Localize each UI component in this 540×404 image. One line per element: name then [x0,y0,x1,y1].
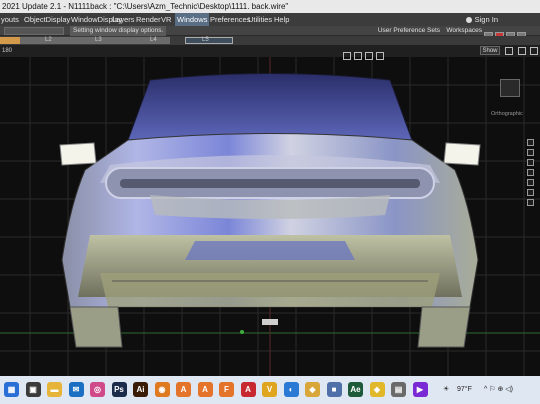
alias-icon-2[interactable]: A [197,382,213,397]
alias-icon-1[interactable]: A [176,382,191,397]
view-label: Orthographic [491,111,523,117]
app-green-icon[interactable]: Ae [348,382,363,397]
menu-item-render[interactable]: Render [136,13,161,26]
app-a-red-icon[interactable]: A [240,382,256,397]
app-purple-icon[interactable]: ▶ [412,382,428,397]
layer-bar: L2 L3 L4 L5 [0,36,540,45]
toggle-viewport-icon[interactable] [518,47,526,55]
menu-item-windows[interactable]: Windows [175,13,210,26]
sign-in-button[interactable]: Sign In [465,13,498,26]
app-window: 2021 Update 2.1 - N1111back : "C:\Users\… [0,0,540,404]
viewport-header: 180 Show [0,45,540,60]
shading-icon[interactable] [376,52,384,60]
show-button[interactable]: Show [480,46,500,55]
store-icon[interactable]: ▣ [25,382,41,397]
side-tool-icon-7[interactable] [527,199,534,206]
menu-item-objectdisplay[interactable]: ObjectDisplay [24,13,70,26]
workspaces-button[interactable]: Workspaces [446,26,482,36]
menu-item-vr[interactable]: VR [161,13,171,26]
photoshop-icon[interactable]: Ps [111,382,127,397]
status-tools [484,27,538,40]
menu-item-layers[interactable]: Layers [112,13,135,26]
weather-temperature[interactable]: 97°F [457,376,472,404]
layer-label-l5[interactable]: L5 [202,36,209,45]
help-text: Setting window display options. [70,26,167,36]
layer-label-l3[interactable]: L3 [95,36,102,45]
perspective-icon[interactable] [365,52,373,60]
file-explorer-icon[interactable]: ▬ [47,382,62,397]
app-blue-icon[interactable]: ■ [326,382,342,397]
camera-view-icon[interactable] [343,52,351,60]
menu-item-layouts[interactable]: youts [1,13,19,26]
close-viewport-icon[interactable] [530,47,538,55]
side-tool-icon-3[interactable] [527,159,534,166]
car-model-render[interactable] [0,45,540,376]
side-tool-icon-1[interactable] [527,139,534,146]
frame-view-icon[interactable] [354,52,362,60]
viewport-side-tools [527,139,535,209]
modeling-viewport[interactable]: 180 Show Orthographic [0,45,540,376]
mail-icon[interactable]: ✉ [68,382,84,397]
app-f-icon[interactable]: F [219,382,234,397]
user-preference-sets-button[interactable]: User Preference Sets [378,26,440,36]
start-menu-icon[interactable]: ▦ [4,382,19,397]
view-cube-icon[interactable] [500,79,520,97]
sign-in-label: Sign In [474,15,498,24]
side-tool-icon-4[interactable] [527,169,534,176]
menu-item-preferences[interactable]: Preferences [210,13,250,26]
windows-taskbar: ▦ ▣ ▬ ✉ ◎ Ps Ai ◉ A A F A V ◐ ◆ ■ Ae ◆ ▤ ▶ ☀ 97°F ^ ⚐ ⊕ ◁) [0,376,540,404]
system-tray-icons[interactable]: ^ ⚐ ⊕ ◁) [484,376,513,404]
blender-icon[interactable]: ◉ [154,382,170,397]
weather-icon[interactable]: ☀ [443,376,449,404]
app-yellow-icon[interactable]: ◆ [369,382,385,397]
layer-label-l2[interactable]: L2 [45,36,52,45]
side-tool-icon-2[interactable] [527,149,534,156]
camera-icon[interactable]: ◎ [90,382,105,397]
status-line: Setting window display options. User Pre… [0,26,540,40]
app-grey-icon[interactable]: ▤ [391,382,406,397]
app-v-icon[interactable]: V [262,382,277,397]
menu-bar: youts ObjectDisplay WindowDisplay Layers… [0,13,540,26]
viewport-icons [343,47,387,65]
side-tool-icon-6[interactable] [527,189,534,196]
user-icon [465,17,472,23]
layer-active[interactable] [185,37,233,44]
layer-label-l4[interactable]: L4 [150,36,157,45]
pick-mode-field[interactable] [4,27,64,35]
browser-icon[interactable]: ◐ [283,382,299,397]
maximize-viewport-icon[interactable] [505,47,513,55]
layer-default[interactable] [0,37,20,44]
illustrator-icon[interactable]: Ai [133,382,148,397]
app-gold-icon[interactable]: ◆ [305,382,320,397]
zoom-readout: 180 [2,48,13,54]
side-tool-icon-5[interactable] [527,179,534,186]
menu-item-help[interactable]: Help [274,13,289,26]
menu-item-utilities[interactable]: Utilities [248,13,272,26]
window-title-bar: 2021 Update 2.1 - N1111back : "C:\Users\… [0,0,540,13]
window-title: 2021 Update 2.1 - N1111back : "C:\Users\… [2,2,289,11]
